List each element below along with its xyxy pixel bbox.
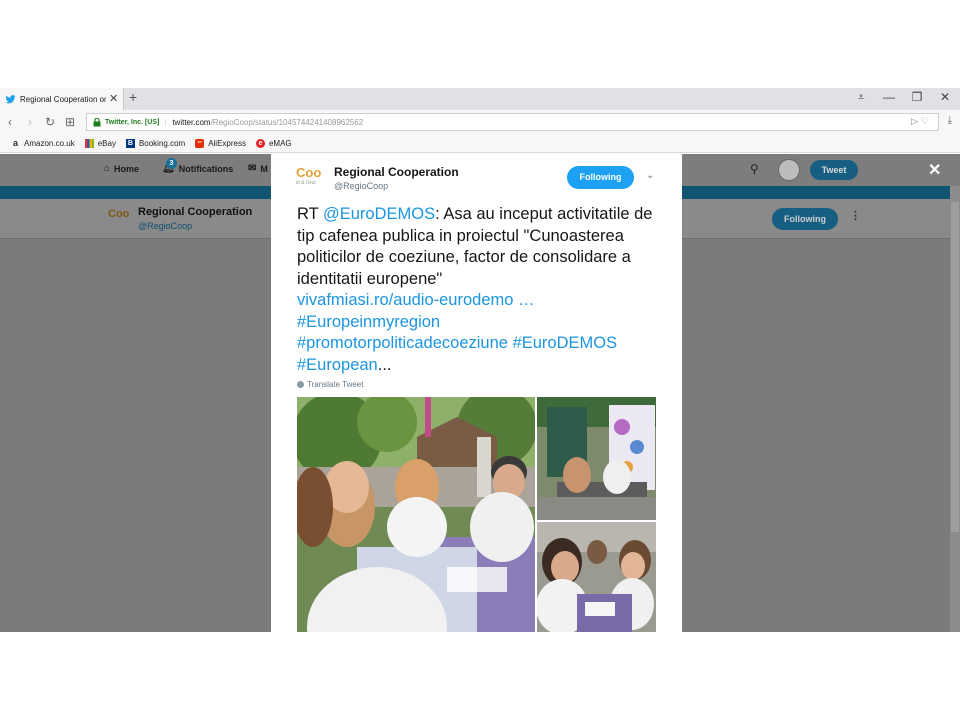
tweet-text: RT @EuroDEMOS: Asa au inceput activitati… <box>297 204 657 376</box>
profile-logo: Coo <box>108 208 130 220</box>
slide-background: Regional Cooperation on ✕ + ⩡ — ❐ ✕ ‹ › … <box>0 0 960 720</box>
new-tab-button[interactable]: + <box>129 90 137 104</box>
tweet-photos <box>297 397 656 632</box>
nav-messages-label: M <box>260 163 268 174</box>
following-button[interactable]: Following <box>567 166 634 189</box>
scrollbar-thumb[interactable] <box>951 202 959 532</box>
nav-home-label: Home <box>114 163 140 174</box>
browser-window: Regional Cooperation on ✕ + ⩡ — ❐ ✕ ‹ › … <box>0 88 960 632</box>
bookmark-label: Booking.com <box>138 138 186 148</box>
bell-icon: 🔔︎3 <box>162 158 177 174</box>
ebay-icon <box>84 138 94 148</box>
globe-icon <box>297 381 304 388</box>
nav-messages[interactable]: ✉ M <box>248 163 268 174</box>
bookmark-ebay[interactable]: eBay <box>84 138 116 148</box>
tweet-photo-1[interactable] <box>297 397 535 632</box>
tab-bar: Regional Cooperation on ✕ + ⩡ — ❐ ✕ <box>0 88 960 110</box>
tweet-button[interactable]: Tweet <box>810 160 858 180</box>
emag-icon: e <box>255 138 265 148</box>
chevron-down-icon[interactable]: ⌄ <box>646 170 654 181</box>
more-options-icon[interactable]: ⋮ <box>850 209 861 222</box>
photo-1-image <box>297 397 535 632</box>
download-icon[interactable]: ⤓ <box>948 115 952 126</box>
bookmark-label: AliExpress <box>208 138 246 148</box>
account-handle[interactable]: @RegioCoop <box>334 181 388 191</box>
url-actions-icon[interactable]: ▷♡ <box>911 116 932 127</box>
lock-icon <box>93 117 101 126</box>
aliexpress-icon: ⌣ <box>195 138 205 148</box>
envelope-icon: ✉ <box>248 163 257 174</box>
account-logo[interactable]: Coo ld & Grur <box>296 166 328 192</box>
hashtag-eurodemos[interactable]: #EuroDEMOS <box>513 334 618 352</box>
hashtag-europeinmyregion[interactable]: #Europeinmyregion <box>297 313 440 331</box>
forward-icon[interactable]: › <box>20 115 40 129</box>
profile-handle[interactable]: @RegioCoop <box>138 221 192 231</box>
url-path: /RegioCoop/status/1045744241408962562 <box>210 117 364 127</box>
nav-notifications-label: Notifications <box>178 163 234 174</box>
translate-tweet-link[interactable]: Translate Tweet <box>297 380 363 389</box>
bookmark-emag[interactable]: e eMAG <box>255 138 292 148</box>
ev-certificate-label: Twitter, Inc. [US] <box>105 118 167 126</box>
retweet-prefix: RT <box>297 205 323 223</box>
tweet-photo-2[interactable] <box>537 397 656 520</box>
restore-icon[interactable]: ❐ <box>910 91 924 103</box>
reload-icon[interactable]: ↻ <box>40 115 60 129</box>
user-avatar[interactable] <box>778 159 800 181</box>
tab-close-icon[interactable]: ✕ <box>109 93 118 105</box>
profile-following-button[interactable]: Following <box>772 208 838 230</box>
bookmarks-bar: a Amazon.co.uk eBay B Booking.com ⌣ AliExpr… <box>0 134 960 153</box>
account-name[interactable]: Regional Cooperation <box>334 165 459 179</box>
profile-name[interactable]: Regional Cooperation <box>138 206 252 218</box>
photo-3-image <box>537 522 656 632</box>
logo-subtext: ld & Grur <box>296 180 317 186</box>
mention-link[interactable]: @EuroDEMOS <box>323 205 435 223</box>
hashtag-european[interactable]: #European <box>297 356 378 374</box>
amazon-icon: a <box>12 138 18 148</box>
back-icon[interactable]: ‹ <box>0 115 20 129</box>
speed-dial-icon[interactable]: ⊞ <box>60 115 80 129</box>
translate-label: Translate Tweet <box>307 380 364 389</box>
home-icon: ⌂ <box>104 163 111 174</box>
tweet-modal: Coo ld & Grur Regional Cooperation @Regi… <box>271 154 682 632</box>
tabs-menu-icon[interactable]: ⩡ <box>854 91 868 103</box>
photo-2-image <box>537 397 656 520</box>
search-icon[interactable]: ⚲ <box>750 162 759 176</box>
nav-notifications[interactable]: 🔔︎3 Notifications <box>162 158 234 174</box>
url-link[interactable]: vivafmiasi.ro/audio-eurodemo … <box>297 291 535 309</box>
bookmark-label: eMAG <box>268 138 292 148</box>
tab-title: Regional Cooperation on <box>20 94 106 104</box>
logo-text: Coo <box>296 165 322 180</box>
minimize-icon[interactable]: — <box>882 91 896 103</box>
hashtag-promotor[interactable]: #promotorpoliticadecoeziune <box>297 334 508 352</box>
url-bar[interactable]: Twitter, Inc. [US] twitter.com/RegioCoop… <box>86 113 939 131</box>
bookmark-booking[interactable]: B Booking.com <box>125 138 186 148</box>
tweet-photo-3[interactable] <box>537 522 656 632</box>
twitter-bird-icon <box>5 94 16 103</box>
bookmark-aliexpress[interactable]: ⌣ AliExpress <box>195 138 246 148</box>
address-row: ‹ › ↻ ⊞ Twitter, Inc. [US] twitter.com/R… <box>0 110 960 134</box>
close-window-icon[interactable]: ✕ <box>938 91 952 103</box>
url-host: twitter.com <box>172 117 211 127</box>
window-controls: ⩡ — ❐ ✕ <box>854 91 952 103</box>
browser-tab[interactable]: Regional Cooperation on ✕ <box>0 88 124 110</box>
notification-badge: 3 <box>166 158 177 169</box>
nav-home[interactable]: ⌂ Home <box>104 163 139 174</box>
bookmark-label: eBay <box>97 138 116 148</box>
booking-icon: B <box>125 138 135 148</box>
truncation-ellipsis: ... <box>377 355 392 374</box>
bookmark-amazon[interactable]: a Amazon.co.uk <box>11 138 75 148</box>
bookmark-label: Amazon.co.uk <box>24 138 75 148</box>
close-modal-icon[interactable]: ✕ <box>928 160 941 180</box>
twitter-page: ⌂ Home 🔔︎3 Notifications ✉ M ⚲ Tweet Coo… <box>0 154 960 632</box>
